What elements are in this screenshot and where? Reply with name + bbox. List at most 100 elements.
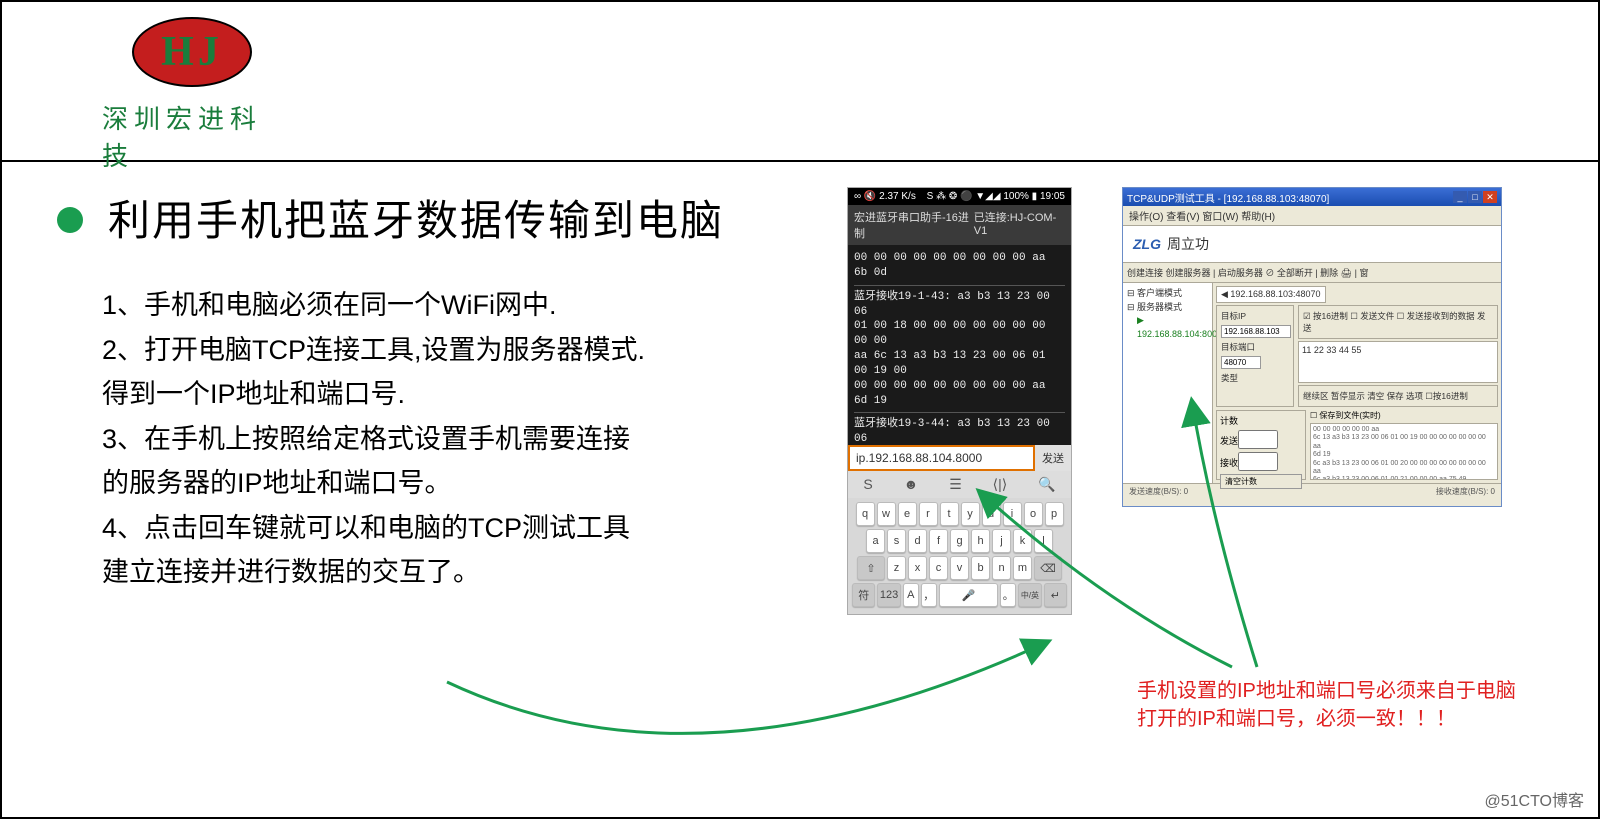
pc-tree: ⊟ 客户端模式 ⊟ 服务器模式 ▶ 192.168.88.104:8000: [1123, 283, 1213, 483]
term-l4: aa 6c 13 a3 b3 13 23 00 06 01 00 19 00: [854, 349, 1065, 379]
term-l7: 蓝牙接收19-3-44: a3 b3 13 23 00 06: [854, 417, 1065, 445]
kb-row4: 符 123 A ， 🎤 。 中/英 ↵: [852, 583, 1067, 607]
send-opts-row[interactable]: ☑ 按16进制 ☐ 发送文件 ☐ 发送接收到的数据 发送: [1303, 310, 1493, 334]
key-enter[interactable]: ↵: [1044, 583, 1067, 607]
left-column: 利用手机把蓝牙数据传输到电脑 1、手机和电脑必须在同一个WiFi网中. 2、打开…: [57, 187, 837, 595]
key-i[interactable]: i: [1003, 502, 1022, 526]
steps-block: 1、手机和电脑必须在同一个WiFi网中. 2、打开电脑TCP连接工具,设置为服务…: [57, 283, 837, 595]
pc-menubar[interactable]: 操作(O) 查看(V) 窗口(W) 帮助(H): [1123, 206, 1501, 226]
status-send: 发送速度(B/S): 0: [1129, 486, 1188, 497]
app-title: 宏进蓝牙串口助手-16进制: [854, 209, 974, 241]
key-g[interactable]: g: [950, 529, 969, 553]
step-4a: 4、点击回车键就可以和电脑的TCP测试工具: [102, 506, 837, 551]
count-panel: 计数 发送 接收 清空计数: [1216, 410, 1306, 480]
term-l5: 00 00 00 00 00 00 00 00 00 aa 6d 19: [854, 379, 1065, 409]
key-n[interactable]: n: [992, 556, 1011, 580]
tree-ip[interactable]: ▶ 192.168.88.104:8000: [1127, 314, 1208, 341]
key-j[interactable]: j: [992, 529, 1011, 553]
key-q[interactable]: q: [856, 502, 875, 526]
kb-icon-s[interactable]: S: [863, 476, 872, 493]
key-w[interactable]: w: [877, 502, 896, 526]
key-m[interactable]: m: [1013, 556, 1032, 580]
key-a[interactable]: a: [866, 529, 885, 553]
key-b[interactable]: b: [971, 556, 990, 580]
key-k[interactable]: k: [1013, 529, 1032, 553]
send-button[interactable]: 发送: [1035, 445, 1071, 471]
key-v[interactable]: v: [950, 556, 969, 580]
key-s[interactable]: s: [887, 529, 906, 553]
tree-client[interactable]: ⊟ 客户端模式: [1127, 287, 1208, 301]
pc-titlebar: TCP&UDP测试工具 - [192.168.88.103:48070] _ □…: [1123, 188, 1501, 206]
key-x[interactable]: x: [908, 556, 927, 580]
key-comma[interactable]: ，: [921, 583, 937, 607]
recv-hex: 00 00 00 00 00 00 aa 6c 13 a3 b3 13 23 0…: [1310, 423, 1498, 480]
send-count-label: 发送: [1220, 436, 1238, 446]
right-column: ∞ 🔇 2.37 K/s S ⁂ ❂ ⚫ ▼◢◢ 100% ▮ 19:05 宏进…: [837, 187, 1548, 595]
key-y[interactable]: y: [961, 502, 980, 526]
kb-icon-cursor[interactable]: ⟨|⟩: [993, 476, 1008, 493]
key-d[interactable]: d: [908, 529, 927, 553]
slide-page: HJ 深圳宏进科技 利用手机把蓝牙数据传输到电脑 1、手机和电脑必须在同一个Wi…: [0, 0, 1600, 819]
key-space[interactable]: 🎤: [939, 583, 999, 607]
logo-text: HJ: [161, 28, 223, 76]
key-o[interactable]: o: [1024, 502, 1043, 526]
phone-input-row: ip.192.168.88.104.8000 发送: [848, 445, 1071, 471]
key-period[interactable]: 。: [1000, 583, 1016, 607]
watermark: @51CTO博客: [1484, 787, 1584, 811]
title-row: 利用手机把蓝牙数据传输到电脑: [57, 187, 837, 248]
key-l[interactable]: l: [1034, 529, 1053, 553]
pc-main: ◀ 192.168.88.103:48070 目标IP 目标端口 类型: [1213, 283, 1501, 483]
close-icon[interactable]: ✕: [1483, 191, 1497, 203]
send-textbox[interactable]: 11 22 33 44 55: [1298, 341, 1498, 383]
recv-count[interactable]: [1238, 452, 1278, 471]
key-e[interactable]: e: [898, 502, 917, 526]
pc-toolbar[interactable]: 创建连接 创建服务器 | 启动服务器 ⊘ 全部断开 | 删除 🖨 | 窗: [1123, 263, 1501, 283]
key-backspace[interactable]: ⌫: [1034, 556, 1062, 580]
kb-icon-menu[interactable]: ☰: [949, 476, 962, 493]
term-l2: 蓝牙接收19-1-43: a3 b3 13 23 00 06: [854, 290, 1065, 320]
clear-count-button[interactable]: 清空计数: [1220, 474, 1302, 489]
key-shift[interactable]: ⇧: [857, 556, 885, 580]
key-caps[interactable]: A: [903, 583, 919, 607]
count-label: 计数: [1220, 414, 1302, 427]
minimize-icon[interactable]: _: [1453, 191, 1467, 203]
save-opt[interactable]: ☐ 保存到文件(实时): [1310, 410, 1498, 421]
status-right: S ⁂ ❂ ⚫ ▼◢◢ 100% ▮ 19:05: [927, 191, 1065, 202]
key-z[interactable]: z: [887, 556, 906, 580]
key-f[interactable]: f: [929, 529, 948, 553]
pc-brand: ZLG周立功: [1123, 226, 1501, 263]
phone-statusbar: ∞ 🔇 2.37 K/s S ⁂ ❂ ⚫ ▼◢◢ 100% ▮ 19:05: [848, 188, 1071, 205]
pc-tab[interactable]: ◀ 192.168.88.103:48070: [1216, 286, 1326, 303]
target-port-input[interactable]: [1221, 356, 1261, 369]
window-controls: _ □ ✕: [1453, 191, 1497, 203]
key-h[interactable]: h: [971, 529, 990, 553]
pc-content: ⊟ 客户端模式 ⊟ 服务器模式 ▶ 192.168.88.104:8000 ◀ …: [1123, 283, 1501, 483]
target-ip-input[interactable]: [1221, 325, 1291, 338]
key-p[interactable]: p: [1045, 502, 1064, 526]
logo-ellipse: HJ: [132, 17, 252, 87]
key-lang[interactable]: 中/英: [1018, 583, 1041, 607]
arrow-to-enter: [447, 642, 1047, 733]
keyboard: q w e r t y u i o p a s d: [848, 498, 1071, 614]
key-c[interactable]: c: [929, 556, 948, 580]
key-symbol[interactable]: 符: [852, 583, 875, 607]
recv-count-label: 接收: [1220, 458, 1238, 468]
key-t[interactable]: t: [940, 502, 959, 526]
tree-server[interactable]: ⊟ 服务器模式: [1127, 301, 1208, 315]
term-l3: 01 00 18 00 00 00 00 00 00 00 00 00: [854, 319, 1065, 349]
phone-screenshot: ∞ 🔇 2.37 K/s S ⁂ ❂ ⚫ ▼◢◢ 100% ▮ 19:05 宏进…: [847, 187, 1072, 615]
maximize-icon[interactable]: □: [1468, 191, 1482, 203]
key-r[interactable]: r: [919, 502, 938, 526]
logo-block: HJ 深圳宏进科技: [102, 17, 282, 173]
pc-window: TCP&UDP测试工具 - [192.168.88.103:48070] _ □…: [1122, 187, 1502, 507]
ip-input-field[interactable]: ip.192.168.88.104.8000: [848, 445, 1035, 471]
key-u[interactable]: u: [982, 502, 1001, 526]
recv-opts-row[interactable]: 继续区 暂停显示 清空 保存 选项 ☐按16进制: [1303, 390, 1493, 402]
kb-icon-search[interactable]: 🔍: [1038, 476, 1055, 493]
term-l0: 00 00 00 00 00 00 00 00 00 aa 6b 0d: [854, 251, 1065, 281]
send-count[interactable]: [1238, 430, 1278, 449]
key-123[interactable]: 123: [877, 583, 900, 607]
kb-icon-emoji[interactable]: ☻: [904, 476, 919, 493]
kb-row3: ⇧ z x c v b n m ⌫: [852, 556, 1067, 580]
bullet-dot: [57, 207, 83, 233]
